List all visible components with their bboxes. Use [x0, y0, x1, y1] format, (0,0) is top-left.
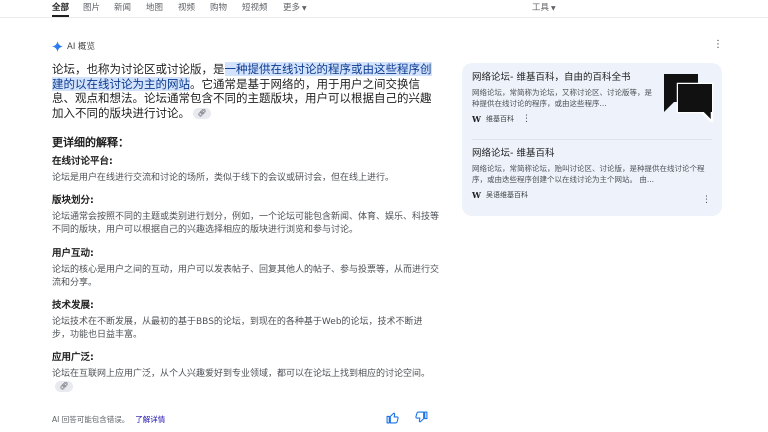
source-snippet: 网络论坛，常简称为论坛，又称讨论区、讨论版等，是种提供在线讨论的程序，或由这些程…	[472, 88, 652, 108]
tab-shopping[interactable]: 购物	[210, 1, 227, 13]
section-body: 论坛在互联网上应用广泛，从个人兴趣爱好到专业领域，都可以在论坛上找到相应的讨论空…	[52, 368, 440, 394]
more-options-icon[interactable]: ⋮	[522, 114, 531, 124]
sources-panel: 网络论坛- 维基百科，自由的百科全书 网络论坛，常简称为论坛，又称讨论区、讨论版…	[462, 63, 722, 216]
section-title: 技术发展:	[52, 300, 94, 311]
wikipedia-logo-icon: W	[472, 190, 481, 200]
more-options-icon[interactable]: ⋮	[702, 195, 711, 205]
details-heading: 更详细的解释：	[52, 136, 129, 149]
detail-section: 用户互动: 论坛的核心是用户之间的互动，用户可以发表帖子、回复其他人的帖子、参与…	[52, 247, 440, 290]
disclaimer-text: AI 回答可能包含错误。	[52, 415, 130, 424]
tab-short-videos[interactable]: 短视频	[242, 1, 268, 13]
link-icon: 🔗︎	[197, 109, 207, 118]
source-link-chip[interactable]: 🔗︎	[55, 381, 73, 392]
answer-text-start: 论坛，也称为讨论区或讨论版，是	[52, 62, 225, 76]
tools-button[interactable]: 工具 ▼	[532, 1, 556, 13]
caret-down-icon: ▼	[551, 5, 556, 12]
tab-more-label: 更多	[283, 3, 301, 13]
source-link-chip[interactable]: 🔗︎	[193, 108, 211, 120]
ai-overview-title: AI 概览	[67, 42, 96, 52]
search-tabs-bar: 全部 图片 新闻 地图 视频 购物 短视频 更多 ▼ 工具 ▼	[0, 0, 768, 18]
source-card[interactable]: 网络论坛- 维基百科，自由的百科全书 网络论坛，常简称为论坛，又称讨论区、讨论版…	[472, 72, 652, 124]
section-body: 论坛技术在不断发展，从最初的基于BBS的论坛，到现在的各种基于Web的论坛，技术…	[52, 317, 423, 340]
source-site: W 吴语维基百科	[472, 190, 712, 200]
tab-more[interactable]: 更多 ▼	[283, 1, 307, 13]
tab-images[interactable]: 图片	[83, 1, 100, 13]
detail-section: 版块划分: 论坛通常会按照不同的主题或类别进行划分，例如，一个论坛可能包含新闻、…	[52, 194, 440, 237]
section-body: 论坛通常会按照不同的主题或类别进行划分，例如，一个论坛可能包含新闻、体育、娱乐、…	[52, 212, 440, 235]
section-title: 在线讨论平台:	[52, 156, 113, 167]
source-card[interactable]: 网络论坛- 维基百科 网络论坛，常简称论坛，贻叫讨论区、讨论版，是种提供在线讨论…	[472, 148, 712, 200]
tab-news[interactable]: 新闻	[114, 1, 131, 13]
tab-all[interactable]: 全部	[52, 1, 70, 17]
learn-more-link[interactable]: 了解详情	[135, 415, 165, 424]
wikipedia-logo-icon: W	[472, 114, 481, 124]
ai-answer-paragraph: 论坛，也称为讨论区或讨论版，是一种提供在线讨论的程序或由这些程序创建的以在线讨论…	[52, 62, 442, 121]
detail-section: 在线讨论平台: 论坛是用户在线进行交流和讨论的场所，类似于线下的会议或研讨会，但…	[52, 155, 440, 185]
source-site-name: 吴语维基百科	[485, 191, 528, 199]
section-title: 应用广泛:	[52, 352, 94, 363]
source-title: 网络论坛- 维基百科，自由的百科全书	[472, 72, 631, 83]
ai-overview-header: AI 概览	[52, 40, 95, 52]
source-site: W 维基百科 ⋮	[472, 114, 652, 124]
forum-chat-icon	[664, 74, 714, 122]
thumbs-down-icon[interactable]	[415, 411, 428, 424]
tab-maps[interactable]: 地图	[146, 1, 163, 13]
detail-section: 技术发展: 论坛技术在不断发展，从最初的基于BBS的论坛，到现在的各种基于Web…	[52, 299, 440, 342]
ai-disclaimer: AI 回答可能包含错误。 了解详情	[52, 414, 165, 425]
link-icon: 🔗︎	[59, 382, 69, 390]
detail-section: 应用广泛: 论坛在互联网上应用广泛，从个人兴趣爱好到专业领域，都可以在论坛上找到…	[52, 351, 440, 394]
more-options-icon[interactable]: ⋮	[713, 40, 723, 50]
section-title: 版块划分:	[52, 195, 94, 206]
divider	[472, 139, 712, 140]
sparkle-icon	[52, 40, 63, 52]
source-title: 网络论坛- 维基百科	[472, 148, 555, 159]
tab-videos[interactable]: 视频	[178, 1, 195, 13]
source-site-name: 维基百科	[485, 115, 514, 123]
tools-label: 工具	[532, 3, 550, 13]
section-body-text: 论坛在互联网上应用广泛，从个人兴趣爱好到专业领域，都可以在论坛上找到相应的讨论空…	[52, 369, 431, 379]
source-snippet: 网络论坛，常简称论坛，贻叫讨论区、讨论版，是种提供在线讨论个程序，或由迭些程序创…	[472, 164, 705, 184]
thumbs-up-icon[interactable]	[386, 411, 399, 424]
section-body: 论坛是用户在线进行交流和讨论的场所，类似于线下的会议或研讨会，但在线上进行。	[52, 173, 395, 183]
caret-down-icon: ▼	[302, 5, 307, 12]
section-title: 用户互动:	[52, 248, 94, 259]
section-body: 论坛的核心是用户之间的互动，用户可以发表帖子、回复其他人的帖子、参与投票等，从而…	[52, 265, 440, 288]
